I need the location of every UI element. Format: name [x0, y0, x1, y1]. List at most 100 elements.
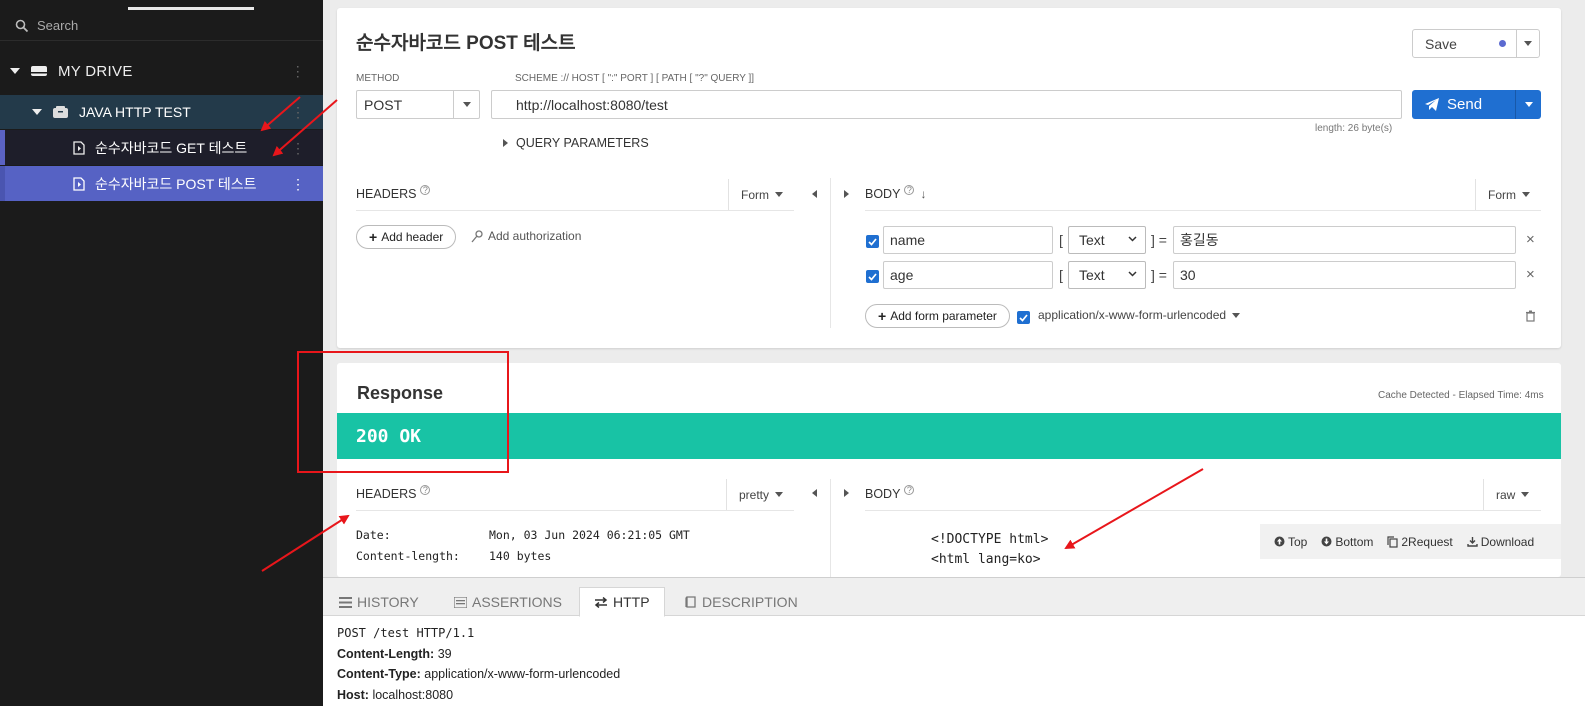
book-icon	[685, 596, 696, 608]
list-icon	[339, 596, 352, 608]
param-name-input[interactable]: age	[883, 261, 1053, 289]
http-header-line: Content-Length: 39	[337, 644, 620, 665]
download-icon	[1467, 537, 1478, 547]
more-icon[interactable]: ⋮	[291, 105, 305, 119]
response-panel: Response Cache Detected - Elapsed Time: …	[337, 363, 1561, 577]
http-header-value: 39	[437, 646, 452, 661]
content-type-checkbox[interactable]	[1017, 311, 1030, 324]
headers-mode-dropdown[interactable]: Form	[728, 179, 794, 210]
collapse-left-icon[interactable]	[812, 190, 817, 198]
query-parameters-toggle[interactable]: QUERY PARAMETERS	[503, 136, 649, 150]
bottom-label: Bottom	[1335, 534, 1374, 549]
help-icon[interactable]: ?	[420, 185, 431, 195]
copy-icon	[1387, 535, 1398, 548]
body-mode-dropdown[interactable]: Form	[1475, 179, 1541, 210]
download-button[interactable]: Download	[1467, 535, 1534, 549]
http-header-line: Content-Type: application/x-www-form-url…	[337, 664, 620, 685]
param-type-select[interactable]: Text	[1068, 261, 1146, 289]
sidebar-item-post-request[interactable]: 순수자바코드 POST 테스트 ⋮	[0, 166, 323, 201]
chevron-down-icon	[1524, 102, 1533, 107]
add-authorization-label: Add authorization	[488, 229, 582, 243]
more-icon[interactable]: ⋮	[291, 177, 305, 191]
tab-label: DESCRIPTION	[702, 594, 798, 610]
key-icon	[471, 229, 483, 242]
help-icon[interactable]: ?	[420, 485, 431, 495]
param-enabled-checkbox[interactable]	[866, 270, 879, 283]
sidebar-item-project[interactable]: JAVA HTTP TEST ⋮	[0, 95, 323, 129]
tab-assertions[interactable]: ASSERTIONS	[454, 587, 562, 617]
http-header-value: application/x-www-form-urlencoded	[424, 667, 621, 681]
collapse-left-icon[interactable]	[812, 489, 817, 497]
tab-history[interactable]: HISTORY	[339, 587, 419, 617]
search-icon	[15, 19, 29, 32]
tab-description[interactable]: DESCRIPTION	[685, 587, 798, 617]
add-header-button[interactable]: + Add header	[356, 225, 457, 249]
chevron-down-icon[interactable]	[10, 68, 20, 74]
sort-icon[interactable]: ↓	[920, 187, 926, 201]
bracket-open: [	[1059, 232, 1063, 248]
unsaved-dot-icon	[1499, 40, 1506, 47]
sidebar: Search MY DRIVE ⋮ JAVA HTTP TEST ⋮ 순수자바코…	[0, 0, 323, 706]
chevron-down-icon	[1524, 41, 1532, 46]
request-file-icon	[73, 176, 85, 191]
search-placeholder: Search	[37, 18, 79, 33]
chevron-right-icon	[503, 139, 508, 147]
request-body-heading: BODY ? ↓	[865, 185, 926, 201]
remove-param-icon[interactable]: ×	[1526, 231, 1535, 248]
sidebar-item-my-drive[interactable]: MY DRIVE ⋮	[0, 54, 323, 88]
param-value-input[interactable]: 30	[1173, 261, 1516, 289]
divider	[356, 510, 794, 511]
scroll-bottom-button[interactable]: Bottom	[1321, 535, 1373, 549]
collapse-right-icon[interactable]	[844, 190, 849, 198]
query-parameters-label: QUERY PARAMETERS	[516, 136, 649, 150]
method-select[interactable]: POST	[356, 90, 480, 119]
to-request-button[interactable]: 2Request	[1387, 535, 1453, 549]
add-form-parameter-button[interactable]: + Add form parameter	[865, 304, 1010, 328]
content-type-dropdown[interactable]: application/x-www-form-urlencoded	[1038, 308, 1241, 322]
response-body-mode-dropdown[interactable]: raw	[1483, 479, 1541, 510]
help-icon[interactable]: ?	[904, 485, 915, 495]
tab-http[interactable]: HTTP	[579, 587, 665, 617]
bottom-panel: HISTORY ASSERTIONS HTTP DESCRIPTION POST…	[323, 577, 1585, 706]
request-panel: 순수자바코드 POST 테스트 Save METHOD SCHEME :// H…	[337, 8, 1561, 348]
url-scheme-label: SCHEME :// HOST [ ":" PORT ] [ PATH [ "?…	[515, 73, 755, 84]
trash-icon[interactable]	[1525, 310, 1536, 322]
response-headers-mode-dropdown[interactable]: pretty	[726, 479, 794, 510]
chevron-down-icon	[1521, 492, 1530, 497]
add-authorization-link[interactable]: Add authorization	[471, 229, 581, 243]
request-headers-heading: HEADERS ?	[356, 185, 431, 201]
send-button[interactable]: Send	[1412, 90, 1541, 119]
method-dropdown-toggle[interactable]	[453, 91, 479, 118]
sidebar-search[interactable]: Search	[0, 11, 323, 41]
http-raw-view: POST /test HTTP/1.1 Content-Length: 39 C…	[337, 623, 620, 705]
save-dropdown-toggle[interactable]	[1516, 30, 1539, 57]
param-type-select[interactable]: Text	[1068, 226, 1146, 254]
request-title[interactable]: 순수자바코드 POST 테스트	[356, 28, 576, 55]
url-input[interactable]: http://localhost:8080/test	[491, 90, 1402, 119]
chevron-down-icon	[1522, 192, 1530, 197]
help-icon[interactable]: ?	[904, 185, 915, 195]
response-title: Response	[357, 383, 444, 403]
param-value-input[interactable]: 홍길동	[1173, 226, 1516, 254]
remove-param-icon[interactable]: ×	[1526, 266, 1535, 283]
chevron-down-icon	[775, 492, 784, 497]
method-value: POST	[364, 96, 403, 113]
sidebar-item-get-request[interactable]: 순수자바코드 GET 테스트 ⋮	[0, 130, 323, 165]
more-icon[interactable]: ⋮	[291, 141, 305, 155]
save-button[interactable]: Save	[1412, 29, 1540, 58]
scroll-top-button[interactable]: Top	[1274, 535, 1307, 549]
collapse-right-icon[interactable]	[844, 489, 849, 497]
response-headers-heading: HEADERS ?	[356, 485, 431, 501]
response-body-line: <html lang=ko>	[931, 552, 1041, 567]
param-enabled-checkbox[interactable]	[866, 235, 879, 248]
send-main[interactable]: Send	[1412, 96, 1515, 113]
plus-icon: +	[878, 308, 887, 324]
divider	[356, 210, 794, 211]
send-dropdown-toggle[interactable]	[1515, 90, 1541, 119]
chevron-down-icon[interactable]	[32, 109, 42, 115]
method-label: METHOD	[356, 73, 400, 84]
more-icon[interactable]: ⋮	[291, 64, 305, 78]
param-name-input[interactable]: name	[883, 226, 1053, 254]
response-toolbar: Top Bottom 2Request Download	[1260, 524, 1561, 559]
response-header-value: Mon, 03 Jun 2024 06:21:05 GMT	[489, 528, 690, 542]
